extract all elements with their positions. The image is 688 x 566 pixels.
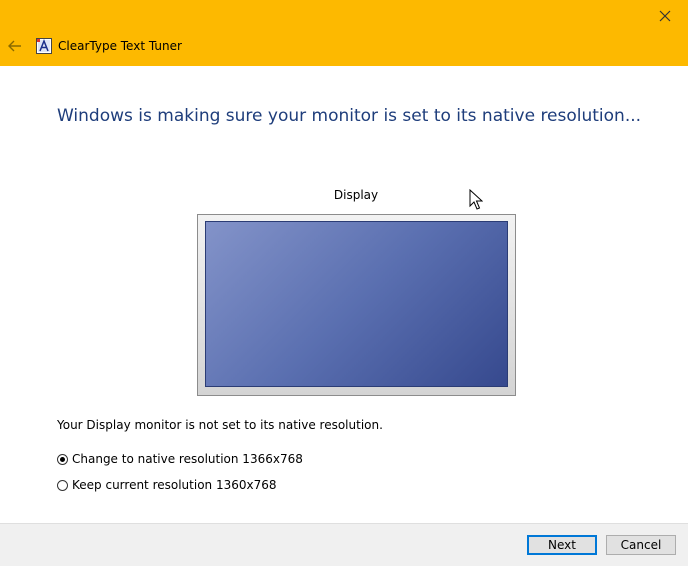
option-label: Keep current resolution 1360x768 — [72, 478, 277, 492]
back-arrow-icon — [8, 40, 21, 52]
option-label: Change to native resolution 1366x768 — [72, 452, 303, 466]
title-bar: ClearType Text Tuner — [0, 0, 688, 66]
option-keep-resolution[interactable]: Keep current resolution 1360x768 — [57, 478, 277, 492]
display-label: Display — [333, 188, 379, 202]
cleartype-app-icon — [36, 38, 52, 54]
mouse-pointer-icon — [469, 189, 483, 210]
monitor-illustration — [197, 214, 516, 396]
button-bar: Next Cancel — [0, 523, 688, 566]
back-button[interactable] — [6, 37, 24, 55]
next-button[interactable]: Next — [527, 535, 597, 555]
window-title: ClearType Text Tuner — [58, 39, 182, 53]
close-button[interactable] — [642, 0, 688, 32]
radio-unselected[interactable] — [57, 479, 68, 491]
option-native-resolution[interactable]: Change to native resolution 1366x768 — [57, 452, 303, 466]
close-icon — [659, 10, 671, 22]
radio-selected[interactable] — [57, 453, 68, 465]
cancel-button[interactable]: Cancel — [606, 535, 676, 555]
page-heading: Windows is making sure your monitor is s… — [57, 106, 642, 126]
monitor-screen — [205, 221, 508, 387]
resolution-message: Your Display monitor is not set to its n… — [57, 418, 383, 432]
